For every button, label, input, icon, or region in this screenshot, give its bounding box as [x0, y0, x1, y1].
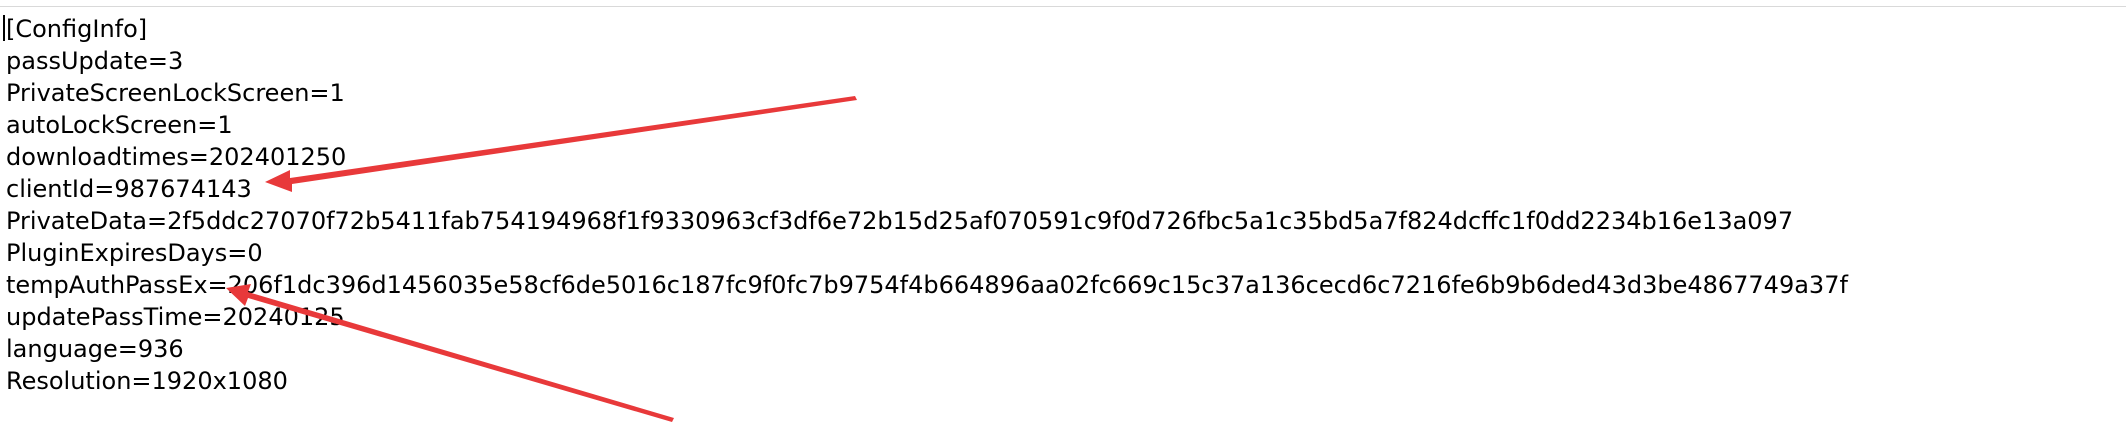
editor-line[interactable]: clientId=987674143 — [6, 173, 1848, 205]
text-caret — [3, 15, 5, 41]
editor-line[interactable]: passUpdate=3 — [6, 45, 1848, 77]
menu-bar-cutoff — [0, 0, 2126, 7]
editor-line[interactable]: tempAuthPassEx=206f1dc396d1456035e58cf6d… — [6, 269, 1848, 301]
editor-lines: [ConfigInfo] passUpdate=3 PrivateScreenL… — [6, 13, 1848, 397]
editor-line[interactable]: updatePassTime=20240125 — [6, 301, 1848, 333]
editor-line[interactable]: autoLockScreen=1 — [6, 109, 1848, 141]
editor-line[interactable]: PrivateData=2f5ddc27070f72b5411fab754194… — [6, 205, 1848, 237]
editor-line[interactable]: [ConfigInfo] — [6, 13, 1848, 45]
editor-line[interactable]: downloadtimes=202401250 — [6, 141, 1848, 173]
editor-line[interactable]: PrivateScreenLockScreen=1 — [6, 77, 1848, 109]
editor-line[interactable]: language=936 — [6, 333, 1848, 365]
editor-line[interactable]: PluginExpiresDays=0 — [6, 237, 1848, 269]
editor-line[interactable]: Resolution=1920x1080 — [6, 365, 1848, 397]
text-editor[interactable]: [ConfigInfo] passUpdate=3 PrivateScreenL… — [0, 7, 2126, 448]
